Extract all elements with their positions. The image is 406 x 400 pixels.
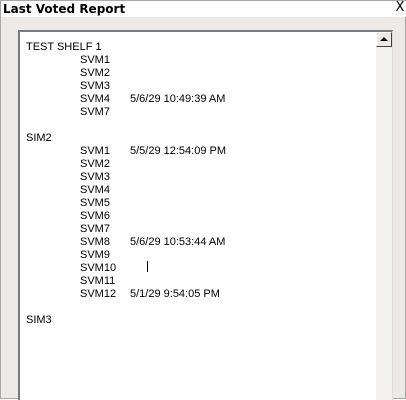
report-group-title: TEST SHELF 1 bbox=[26, 41, 102, 53]
report-row: SVM2 bbox=[26, 158, 374, 171]
report-row: SVM7 bbox=[26, 106, 374, 119]
machine-name: SVM1 bbox=[80, 145, 110, 157]
report-row: SVM4 bbox=[26, 184, 374, 197]
machine-name: SVM7 bbox=[80, 223, 110, 235]
machine-name: SVM4 bbox=[80, 93, 110, 105]
report-group-title: SIM2 bbox=[26, 132, 52, 144]
report-row: SVM7 bbox=[26, 223, 374, 236]
machine-name: SVM2 bbox=[80, 67, 110, 79]
last-voted-time: 5/1/29 9:54:05 PM bbox=[130, 288, 220, 300]
machine-name: SVM3 bbox=[80, 80, 110, 92]
report-row: SVM11 bbox=[26, 275, 374, 288]
machine-name: SVM12 bbox=[80, 288, 117, 300]
report-row: SVM3 bbox=[26, 171, 374, 184]
report-text-area[interactable]: TEST SHELF 1 SVM1 SVM2 SVM3 SVM4 5/6/29 10:49… bbox=[18, 30, 393, 400]
report-row: SVM3 bbox=[26, 80, 374, 93]
report-content: TEST SHELF 1 SVM1 SVM2 SVM3 SVM4 5/6/29 10:49… bbox=[26, 41, 374, 327]
last-voted-time: 5/5/29 12:54:09 PM bbox=[130, 145, 227, 157]
machine-name: SVM11 bbox=[80, 275, 116, 287]
machine-name: SVM7 bbox=[80, 106, 110, 118]
last-voted-time: 5/6/29 10:53:44 AM bbox=[130, 236, 226, 248]
report-row: SVM4 5/6/29 10:49:39 AM bbox=[26, 93, 374, 106]
report-row: SVM8 5/6/29 10:53:44 AM bbox=[26, 236, 374, 249]
machine-name: SVM2 bbox=[80, 158, 110, 170]
machine-name: SVM8 bbox=[80, 236, 110, 248]
machine-name: SVM4 bbox=[80, 184, 110, 196]
machine-name: SVM9 bbox=[80, 249, 110, 261]
report-row: SVM6 bbox=[26, 210, 374, 223]
scroll-up-arrow-icon[interactable] bbox=[376, 32, 392, 47]
report-row: SVM2 bbox=[26, 67, 374, 80]
report-row: SVM12 5/1/29 9:54:05 PM bbox=[26, 288, 374, 301]
machine-name: SVM5 bbox=[80, 197, 110, 209]
report-group-title: SIM3 bbox=[26, 314, 52, 326]
machine-name: SVM6 bbox=[80, 210, 110, 222]
report-row: SVM1 bbox=[26, 54, 374, 67]
report-window: Last Voted Report X TEST SHELF 1 SVM1 SVM2… bbox=[0, 0, 406, 400]
title-bar[interactable]: Last Voted Report X bbox=[1, 0, 406, 17]
report-row: SVM10 bbox=[26, 262, 374, 275]
text-caret bbox=[147, 261, 148, 272]
window-title: Last Voted Report bbox=[3, 2, 126, 16]
machine-name: SVM3 bbox=[80, 171, 110, 183]
vertical-scrollbar[interactable] bbox=[376, 32, 392, 400]
last-voted-time: 5/6/29 10:49:39 AM bbox=[130, 93, 226, 105]
report-row: SVM1 5/5/29 12:54:09 PM bbox=[26, 145, 374, 158]
close-icon[interactable]: X bbox=[394, 0, 406, 16]
report-row: SVM5 bbox=[26, 197, 374, 210]
machine-name: SVM10 bbox=[80, 262, 117, 274]
machine-name: SVM1 bbox=[80, 54, 110, 66]
report-row: SVM9 bbox=[26, 249, 374, 262]
